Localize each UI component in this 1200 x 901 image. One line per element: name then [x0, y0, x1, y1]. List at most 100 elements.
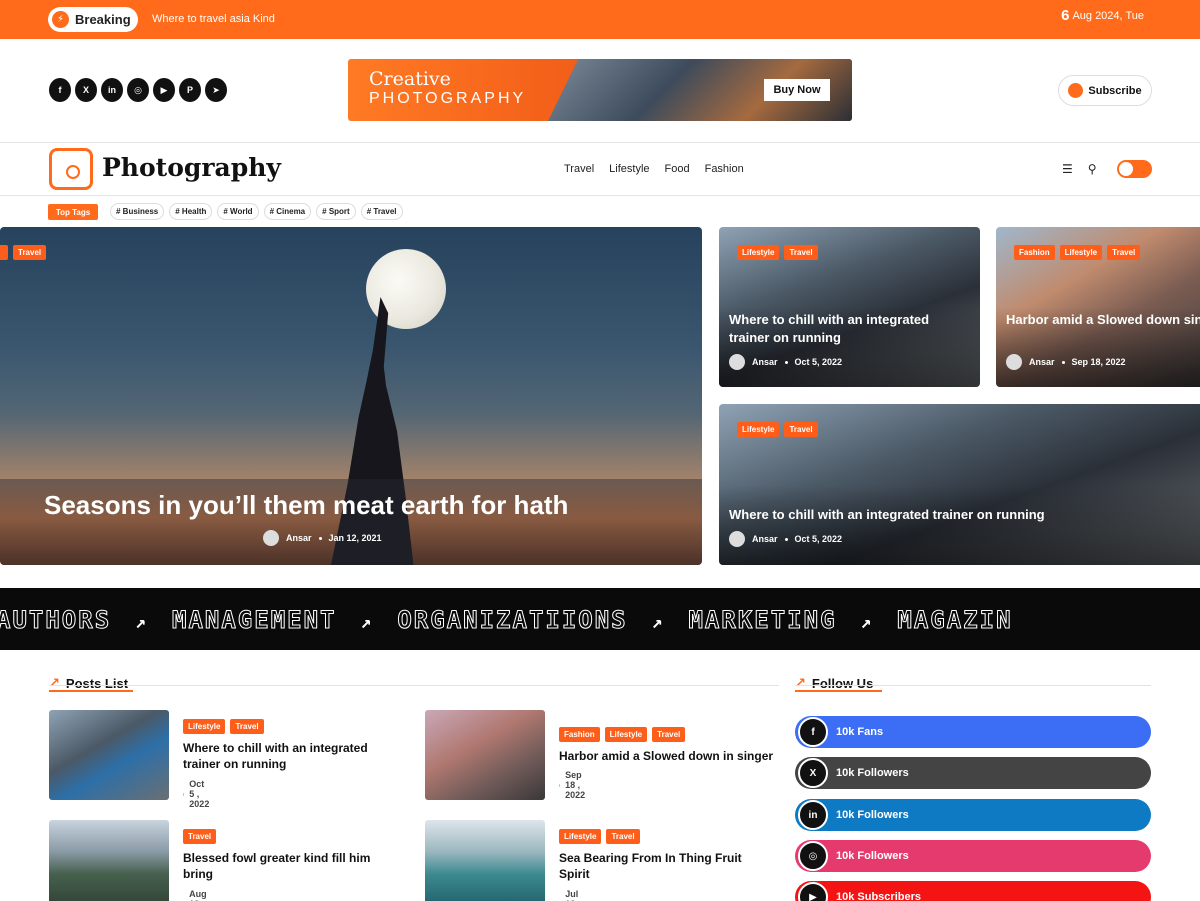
card-meta: Ansar Sep 18, 2022 — [1006, 354, 1126, 370]
category-badge[interactable]: Travel — [183, 829, 217, 844]
top-tags-label: Top Tags — [48, 204, 98, 220]
post-title[interactable]: Sea Bearing From In Thing Fruit Spirit — [559, 850, 764, 882]
category-badge[interactable]: Travel — [652, 727, 686, 742]
tag-world[interactable]: # World — [217, 203, 259, 220]
post-title[interactable]: Where to chill with an integrated traine… — [183, 740, 388, 772]
post-thumbnail[interactable] — [425, 710, 545, 800]
follow-x[interactable]: X 10k Followers — [795, 757, 1151, 789]
x-icon[interactable]: X — [75, 78, 97, 102]
nav-tools: ☰ ⚲ — [1062, 162, 1097, 176]
tag-health[interactable]: # Health — [169, 203, 213, 220]
facebook-icon[interactable]: f — [49, 78, 71, 102]
category-badge[interactable]: Lifestyle — [183, 719, 226, 734]
section-divider — [49, 685, 779, 686]
card-title[interactable]: Where to chill with an integrated traine… — [729, 311, 969, 347]
tag-travel[interactable]: # Travel — [360, 203, 403, 220]
avatar — [729, 531, 745, 547]
subscribe-label: Subscribe — [1088, 84, 1142, 97]
category-badge[interactable] — [0, 245, 8, 260]
section-title: Follow Us — [811, 675, 874, 691]
breaking-badge: ⚡ Breaking — [48, 7, 138, 32]
author-name[interactable]: Ansar — [752, 357, 778, 367]
post-title[interactable]: Blessed fowl greater kind fill him bring — [183, 850, 388, 882]
category-badge[interactable]: Travel — [784, 245, 818, 260]
featured-card[interactable]: Lifestyle Travel Where to chill with an … — [719, 404, 1200, 565]
category-badge[interactable]: Lifestyle — [1059, 245, 1103, 260]
category-badge[interactable]: Travel — [1107, 245, 1141, 260]
section-underline — [795, 690, 882, 692]
nav-item-fashion[interactable]: Fashion — [705, 163, 744, 175]
marquee-item[interactable]: ORGANIZATIIONS — [397, 606, 627, 635]
instagram-icon: ◎ — [798, 841, 828, 871]
follow-instagram[interactable]: ◎ 10k Followers — [795, 840, 1151, 872]
telegram-icon[interactable]: ➤ — [205, 78, 227, 102]
posts-list-heading: ↗ Posts List — [49, 675, 128, 691]
category-badge[interactable]: Fashion — [1014, 245, 1055, 260]
site-logo[interactable]: Photography — [102, 153, 281, 182]
tag-business[interactable]: # Business — [110, 203, 165, 220]
featured-card[interactable]: Fashion Lifestyle Travel Harbor amid a S… — [996, 227, 1200, 387]
dark-mode-toggle[interactable] — [1117, 160, 1152, 178]
category-badge[interactable]: Lifestyle — [737, 422, 780, 437]
follow-facebook[interactable]: f 10k Fans — [795, 716, 1151, 748]
hero-title[interactable]: Seasons in you’ll them meat earth for ha… — [44, 490, 568, 521]
post-date: Oct 5 , 2022 — [183, 779, 211, 809]
post-date: Oct 5, 2022 — [794, 534, 843, 544]
breaking-bar: ⚡ Breaking Where to travel asia Kind 6 A… — [0, 0, 1200, 39]
nav-item-travel[interactable]: Travel — [564, 163, 594, 175]
post-title[interactable]: Harbor amid a Slowed down in singer — [559, 748, 789, 764]
date-text: Sep 18 , 2022 — [565, 770, 586, 800]
menu-icon[interactable]: ☰ — [1062, 162, 1073, 176]
post-thumbnail[interactable] — [49, 710, 169, 800]
breaking-headline[interactable]: Where to travel asia Kind — [152, 13, 275, 25]
category-marquee: AUTHORS ↗ MANAGEMENT ↗ ORGANIZATIIONS ↗ MARKET… — [0, 588, 1200, 650]
category-badge[interactable]: Travel — [13, 245, 47, 260]
post-thumbnail[interactable] — [425, 820, 545, 901]
post-date: Jan 12, 2021 — [328, 533, 382, 543]
follow-count: 10k Subscribers — [836, 891, 921, 901]
follow-us-heading: ↗ Follow Us — [795, 675, 873, 691]
camera-logo-icon[interactable] — [49, 148, 93, 190]
category-badge[interactable]: Lifestyle — [737, 245, 780, 260]
author-name[interactable]: Ansar — [752, 534, 778, 544]
search-icon[interactable]: ⚲ — [1088, 162, 1097, 176]
marquee-item[interactable]: MAGAZIN — [897, 606, 1012, 635]
arrow-icon: ↗ — [360, 612, 374, 633]
follow-linkedin[interactable]: in 10k Followers — [795, 799, 1151, 831]
card-title[interactable]: Where to chill with an integrated traine… — [729, 506, 1169, 524]
subscribe-button[interactable]: Subscribe — [1058, 75, 1152, 106]
date-text: Aug 18 , 2022 — [189, 889, 207, 901]
post-date: Sep 18, 2022 — [1071, 357, 1126, 367]
arrow-icon: ↗ — [49, 675, 60, 690]
follow-youtube[interactable]: ▶ 10k Subscribers — [795, 881, 1151, 901]
separator-dot — [1061, 360, 1065, 364]
nav-item-lifestyle[interactable]: Lifestyle — [609, 163, 649, 175]
author-name[interactable]: Ansar — [1029, 357, 1055, 367]
category-badge[interactable]: Lifestyle — [604, 727, 648, 742]
hero-post[interactable]: Travel Seasons in you’ll them meat earth… — [0, 227, 702, 565]
category-badge[interactable]: Travel — [784, 422, 818, 437]
youtube-icon[interactable]: ▶ — [153, 78, 175, 102]
social-links: f X in ◎ ▶ P ➤ — [49, 78, 227, 102]
marquee-item[interactable]: MARKETING — [688, 606, 836, 635]
marquee-item[interactable]: MANAGEMENT — [172, 606, 337, 635]
category-badge[interactable]: Travel — [230, 719, 264, 734]
category-badge[interactable]: Travel — [606, 829, 640, 844]
ad-banner[interactable]: Creative PHOTOGRAPHY Buy Now — [348, 59, 852, 121]
author-name[interactable]: Ansar — [286, 533, 312, 543]
featured-card[interactable]: Lifestyle Travel Where to chill with an … — [719, 227, 980, 387]
category-badge[interactable]: Lifestyle — [559, 829, 602, 844]
buy-now-button[interactable]: Buy Now — [764, 79, 830, 101]
linkedin-icon[interactable]: in — [101, 78, 123, 102]
date-text: Oct 5 , 2022 — [189, 779, 210, 809]
card-title[interactable]: Harbor amid a Slowed down singer — [1006, 311, 1200, 329]
post-thumbnail[interactable] — [49, 820, 169, 901]
tag-cinema[interactable]: # Cinema — [263, 203, 312, 220]
instagram-icon[interactable]: ◎ — [127, 78, 149, 102]
category-badge[interactable]: Fashion — [559, 727, 600, 742]
marquee-item[interactable]: AUTHORS — [0, 606, 111, 635]
arrow-icon: ↗ — [795, 675, 806, 690]
nav-item-food[interactable]: Food — [665, 163, 690, 175]
tag-sport[interactable]: # Sport — [316, 203, 356, 220]
pinterest-icon[interactable]: P — [179, 78, 201, 102]
